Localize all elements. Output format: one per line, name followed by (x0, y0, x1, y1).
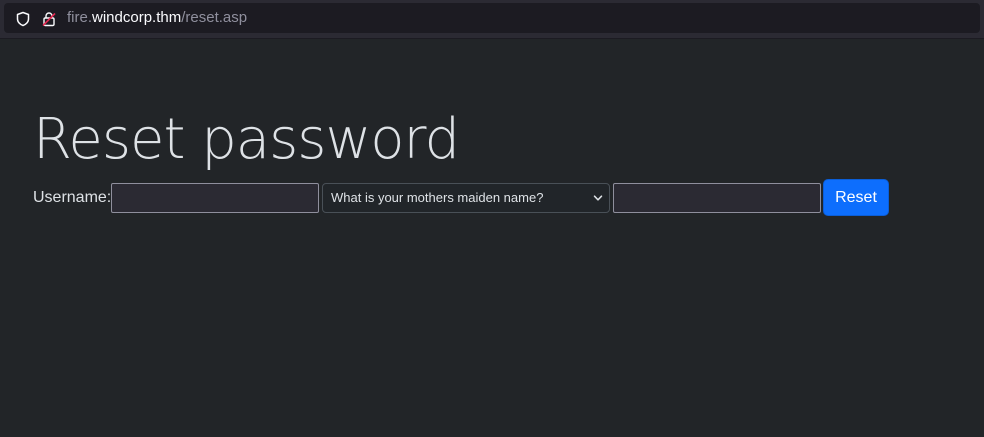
page-content: Reset password Username: What is your mo… (0, 39, 984, 437)
address-bar[interactable]: fire.windcorp.thm/reset.asp (4, 3, 980, 33)
browser-toolbar: fire.windcorp.thm/reset.asp (0, 0, 984, 39)
username-input[interactable] (111, 183, 319, 213)
url-path: /reset.asp (181, 9, 248, 26)
shield-icon[interactable] (15, 11, 31, 27)
username-label: Username: (33, 189, 112, 206)
security-question-select[interactable]: What is your mothers maiden name? (322, 183, 610, 213)
lock-icon[interactable] (41, 11, 57, 27)
reset-button[interactable]: Reset (823, 179, 889, 216)
url-host: windcorp.thm (92, 9, 182, 26)
url-text[interactable]: fire.windcorp.thm/reset.asp (67, 9, 247, 27)
url-host-prefix: fire. (67, 9, 93, 26)
chevron-down-icon (593, 195, 603, 201)
page-title: Reset password (33, 107, 460, 172)
answer-input[interactable] (613, 183, 821, 213)
security-question-value: What is your mothers maiden name? (331, 190, 544, 205)
